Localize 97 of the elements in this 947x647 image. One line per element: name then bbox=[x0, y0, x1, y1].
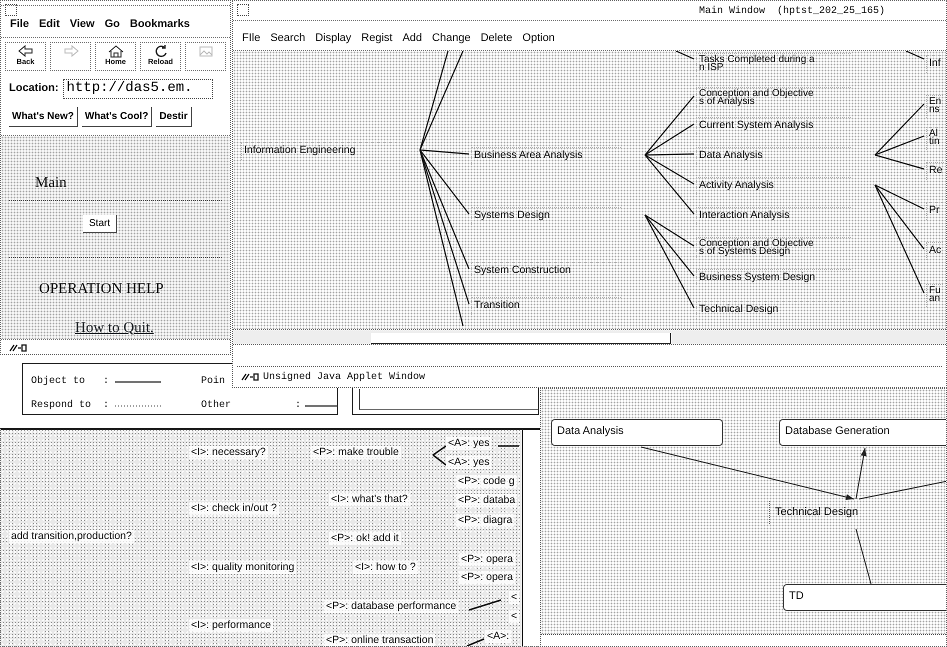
menu-item[interactable]: Go bbox=[100, 16, 125, 32]
menu-item[interactable]: Edit bbox=[34, 16, 65, 32]
legend-separator: : bbox=[103, 399, 110, 413]
horizontal-scrollbar[interactable] bbox=[233, 329, 946, 345]
tree-node[interactable]: Business System Design bbox=[696, 269, 851, 286]
tree-node[interactable]: Current System Analysis bbox=[696, 117, 851, 134]
map-node[interactable]: <P>: make trouble bbox=[311, 446, 401, 459]
tree-node[interactable]: Conception and Objective s of Systems Design bbox=[696, 237, 851, 260]
map-node[interactable]: add transition,production? bbox=[9, 530, 134, 543]
connector-line bbox=[497, 445, 520, 447]
connector-line bbox=[468, 599, 502, 611]
tree-node[interactable]: Ac bbox=[926, 242, 944, 260]
tree-node[interactable]: Data Analysis bbox=[696, 147, 851, 164]
map-node[interactable]: < bbox=[509, 591, 520, 604]
vertical-scrollbar[interactable] bbox=[522, 430, 540, 646]
help-heading: OPERATION HELP bbox=[39, 280, 165, 299]
tree-node[interactable]: Al tin bbox=[926, 127, 942, 150]
menu-item[interactable]: Display bbox=[310, 30, 356, 46]
tree-node[interactable]: Information Engineering bbox=[241, 142, 396, 160]
page-heading: Main bbox=[35, 174, 68, 192]
directory-button[interactable]: What's Cool? bbox=[82, 106, 152, 126]
legend-label: Poin bbox=[201, 374, 226, 389]
map-node[interactable]: <I>: what's that? bbox=[329, 493, 410, 506]
connector-line bbox=[432, 454, 447, 466]
legend-label: Object to bbox=[31, 374, 86, 389]
connector-line bbox=[466, 638, 485, 646]
diagram-node[interactable]: Data Analysis bbox=[551, 419, 723, 446]
menu-item[interactable]: View bbox=[64, 16, 100, 32]
legend-separator: : bbox=[295, 399, 302, 413]
broken-key-icon bbox=[241, 372, 259, 382]
map-node[interactable]: <P>: ok! add it bbox=[329, 532, 401, 545]
tree-node[interactable]: Tasks Completed during a n ISP bbox=[696, 53, 851, 76]
map-node[interactable]: <P>: code g bbox=[456, 475, 517, 488]
house-icon bbox=[106, 44, 124, 58]
map-node[interactable]: <I>: performance bbox=[189, 619, 273, 632]
location-field[interactable]: http://das5.em. bbox=[62, 78, 212, 98]
location-label: Location: bbox=[9, 81, 58, 96]
window-title: Main Window (hptst_202_25_165) bbox=[699, 4, 886, 19]
map-node[interactable]: <P>: opera bbox=[459, 571, 515, 584]
map-node[interactable]: <P>: database performance bbox=[324, 600, 458, 613]
menu-item[interactable]: File bbox=[5, 16, 34, 32]
map-node[interactable]: <I>: how to ? bbox=[353, 561, 418, 574]
text-field[interactable] bbox=[352, 388, 539, 415]
menu-item[interactable]: Add bbox=[397, 30, 428, 46]
tree-node[interactable]: Pr bbox=[926, 202, 942, 220]
menu-item[interactable]: Regist bbox=[356, 30, 398, 46]
map-node[interactable]: <P>: diagra bbox=[456, 514, 514, 527]
tree-node[interactable]: Technical Design bbox=[696, 301, 851, 318]
tree-node[interactable]: Conception and Objective s of Analysis bbox=[696, 87, 851, 110]
map-node[interactable]: <P>: opera bbox=[459, 553, 515, 566]
legend-separator: : bbox=[103, 375, 110, 389]
menu-item[interactable]: Search bbox=[265, 30, 310, 46]
directory-button[interactable]: Destir bbox=[156, 106, 192, 126]
connector-line bbox=[856, 528, 872, 584]
legend-label: Other bbox=[201, 398, 232, 413]
diagram-node[interactable]: TD bbox=[783, 584, 946, 611]
horizontal-scrollbar[interactable] bbox=[541, 634, 946, 646]
map-node[interactable]: <P>: online transaction bbox=[324, 634, 436, 646]
back-arrow-icon bbox=[16, 44, 34, 58]
tree-node[interactable]: Re bbox=[926, 162, 944, 180]
start-button[interactable]: Start bbox=[83, 215, 118, 233]
tree-node[interactable]: Business Area Analysis bbox=[471, 147, 621, 164]
menu-item[interactable]: Delete bbox=[476, 30, 518, 46]
map-node[interactable]: <I>: quality monitoring bbox=[189, 561, 296, 574]
map-node[interactable]: <A>: yes bbox=[446, 456, 492, 469]
map-node[interactable]: < bbox=[509, 610, 520, 623]
tree-node[interactable]: Inf bbox=[926, 55, 943, 72]
forward-arrow-icon bbox=[62, 44, 80, 58]
map-node[interactable]: <I>: necessary? bbox=[189, 446, 268, 459]
window-menu-icon[interactable] bbox=[5, 4, 17, 16]
tree-node[interactable]: En ns bbox=[926, 95, 944, 118]
solid-line-sample bbox=[115, 380, 161, 384]
directory-button[interactable]: What's New? bbox=[9, 106, 78, 126]
map-node[interactable]: <A>: yes bbox=[446, 437, 492, 450]
tree-node[interactable]: Systems Design bbox=[471, 207, 621, 224]
map-node[interactable]: <P>: databa bbox=[456, 494, 518, 507]
window-menu-icon[interactable] bbox=[237, 4, 249, 16]
tree-node[interactable]: Fu an bbox=[926, 284, 943, 307]
menu-item[interactable]: Bookmarks bbox=[124, 16, 195, 32]
tree-node[interactable]: Transition bbox=[471, 297, 621, 314]
picture-frame-icon bbox=[196, 44, 214, 58]
menu-item[interactable]: FIle bbox=[237, 30, 266, 46]
status-text: Unsigned Java Applet Window bbox=[263, 370, 426, 384]
menu-item[interactable]: Option bbox=[517, 30, 560, 46]
dotted-line-sample bbox=[115, 404, 161, 408]
tree-node[interactable]: Activity Analysis bbox=[696, 177, 851, 194]
map-node[interactable]: <A>: bbox=[485, 630, 512, 643]
tree-node[interactable]: Interaction Analysis bbox=[696, 207, 851, 224]
tree-node[interactable]: System Construction bbox=[471, 262, 621, 280]
connector-line bbox=[432, 445, 447, 456]
menu-item[interactable]: Change bbox=[427, 30, 476, 46]
broken-key-icon bbox=[9, 343, 27, 354]
help-link[interactable]: How to Quit. bbox=[75, 316, 154, 339]
map-node[interactable]: <I>: check in/out ? bbox=[189, 502, 279, 515]
diagram-node[interactable]: Database Generation bbox=[779, 419, 946, 446]
legend-label: Respond to bbox=[31, 398, 92, 413]
diagram-node[interactable]: Technical Design bbox=[769, 501, 864, 524]
